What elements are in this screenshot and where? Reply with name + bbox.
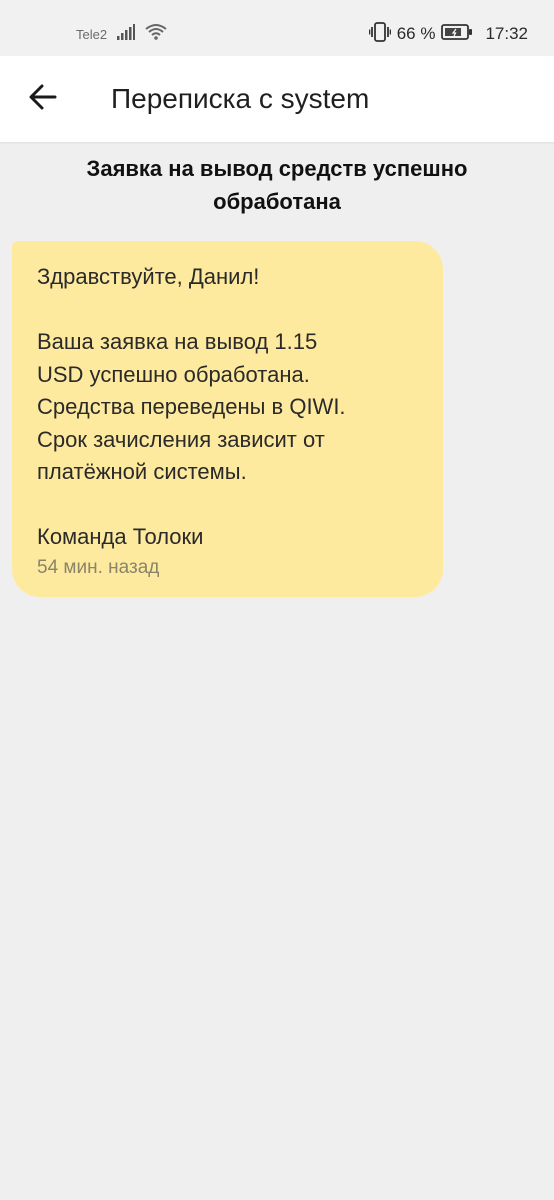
clock: 17:32 (485, 24, 528, 43)
battery-icon (441, 23, 473, 45)
arrow-left-icon (29, 84, 57, 114)
message-body: Здравствуйте, Данил! Ваша заявка на выво… (37, 264, 346, 549)
message-bubble: Здравствуйте, Данил! Ваша заявка на выво… (12, 241, 443, 597)
status-bar: Tele2 66 % 17:32 (0, 0, 554, 56)
battery-percent: 66 % (396, 24, 436, 43)
message-timestamp: 54 мин. назад (37, 556, 160, 578)
page-title: Переписка с system (111, 83, 370, 114)
app-header: Переписка с system (0, 56, 554, 142)
vibrate-icon (368, 22, 392, 46)
thread-subject: Заявка на вывод средств успешно обработа… (86, 156, 468, 214)
status-left: Tele2 (76, 22, 167, 46)
wifi-icon (145, 23, 167, 45)
status-right: 66 % 17:32 (368, 20, 528, 48)
signal-icon (117, 24, 136, 44)
back-button[interactable] (22, 78, 64, 120)
carrier-name: Tele2 (76, 26, 108, 42)
